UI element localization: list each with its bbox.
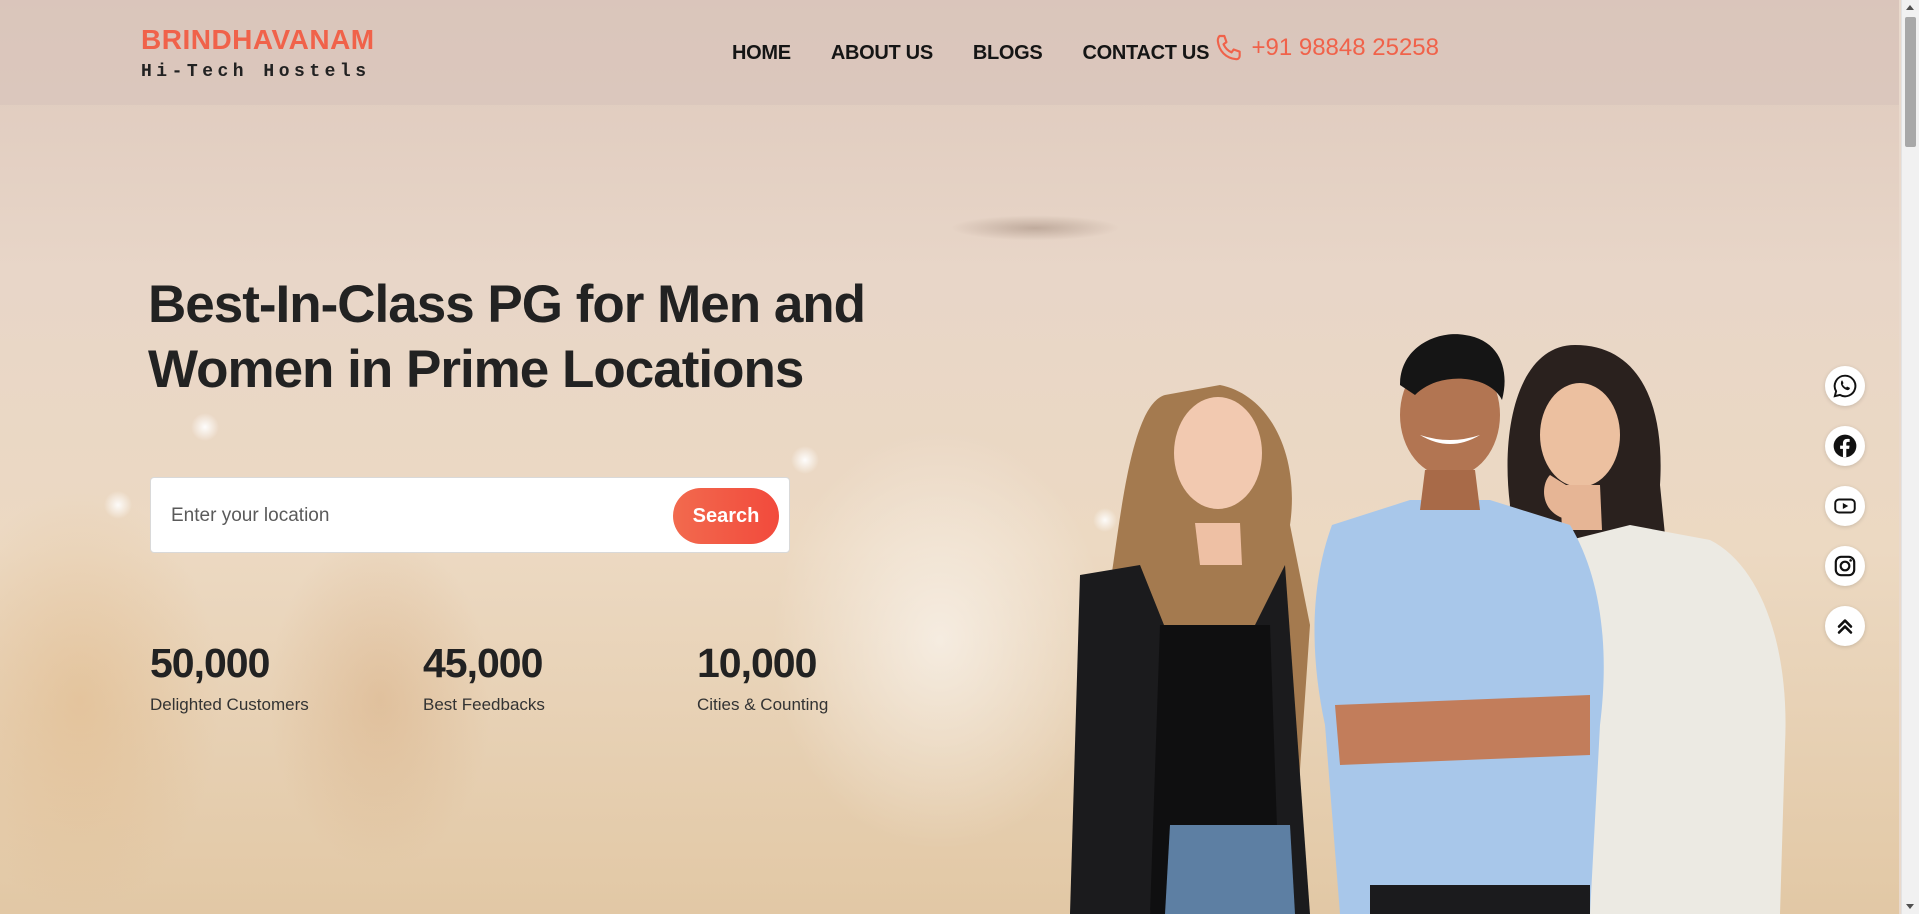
location-search: Search [150,477,790,553]
hero-headline-line1: Best-In-Class PG for Men and [148,275,866,334]
nav-about-us[interactable]: ABOUT US [831,42,933,65]
stat-cities: 10,000 Cities & Counting [697,640,828,715]
page-scrollbar[interactable] [1901,0,1919,914]
nav-home[interactable]: HOME [732,42,791,65]
instagram-icon [1834,555,1856,577]
scrollbar-thumb[interactable] [1905,17,1916,147]
whatsapp-button[interactable] [1825,366,1865,406]
stat-label: Best Feedbacks [423,695,545,714]
nav-contact-us[interactable]: CONTACT US [1082,42,1209,65]
stat-label: Cities & Counting [697,695,829,714]
stat-feedbacks: 45,000 Best Feedbacks [423,640,545,715]
person-left [1070,385,1310,914]
stat-value: 45,000 [423,640,543,686]
youtube-button[interactable] [1825,486,1865,526]
nav-blogs[interactable]: BLOGS [973,42,1043,65]
scroll-top-button[interactable] [1825,606,1865,646]
location-input[interactable] [169,494,613,538]
facebook-button[interactable] [1825,426,1865,466]
stat-customers: 50,000 Delighted Customers [150,640,309,715]
hero-people-image [1070,334,1786,914]
scroll-top-icon [1837,619,1853,634]
main-nav: HOME ABOUT US BLOGS CONTACT US [732,42,1209,65]
search-button[interactable]: Search [673,488,779,544]
stat-value: 50,000 [150,640,270,686]
social-links [1825,366,1865,646]
phone-contact[interactable]: +91 98848 25258 [1213,31,1439,65]
whatsapp-icon [1833,374,1857,398]
scroll-down-arrow[interactable] [1906,904,1914,909]
facebook-icon [1833,434,1857,458]
stat-label: Delighted Customers [150,695,309,714]
stat-value: 10,000 [697,640,817,686]
phone-icon [1217,34,1242,61]
site-header: BRINDHAVANAM Hi-Tech Hostels HOME ABOUT … [0,0,1899,105]
brand-name: BRINDHAVANAM [141,24,375,55]
hero-headline: Best-In-Class PG for Men and Women in Pr… [148,272,908,402]
scroll-up-arrow[interactable] [1906,5,1914,10]
instagram-button[interactable] [1825,546,1865,586]
hero-headline-line2: Women in Prime Locations [148,340,804,399]
phone-number: +91 98848 25258 [1251,34,1439,61]
youtube-icon [1834,498,1856,514]
brand-tagline: Hi-Tech Hostels [141,62,371,82]
